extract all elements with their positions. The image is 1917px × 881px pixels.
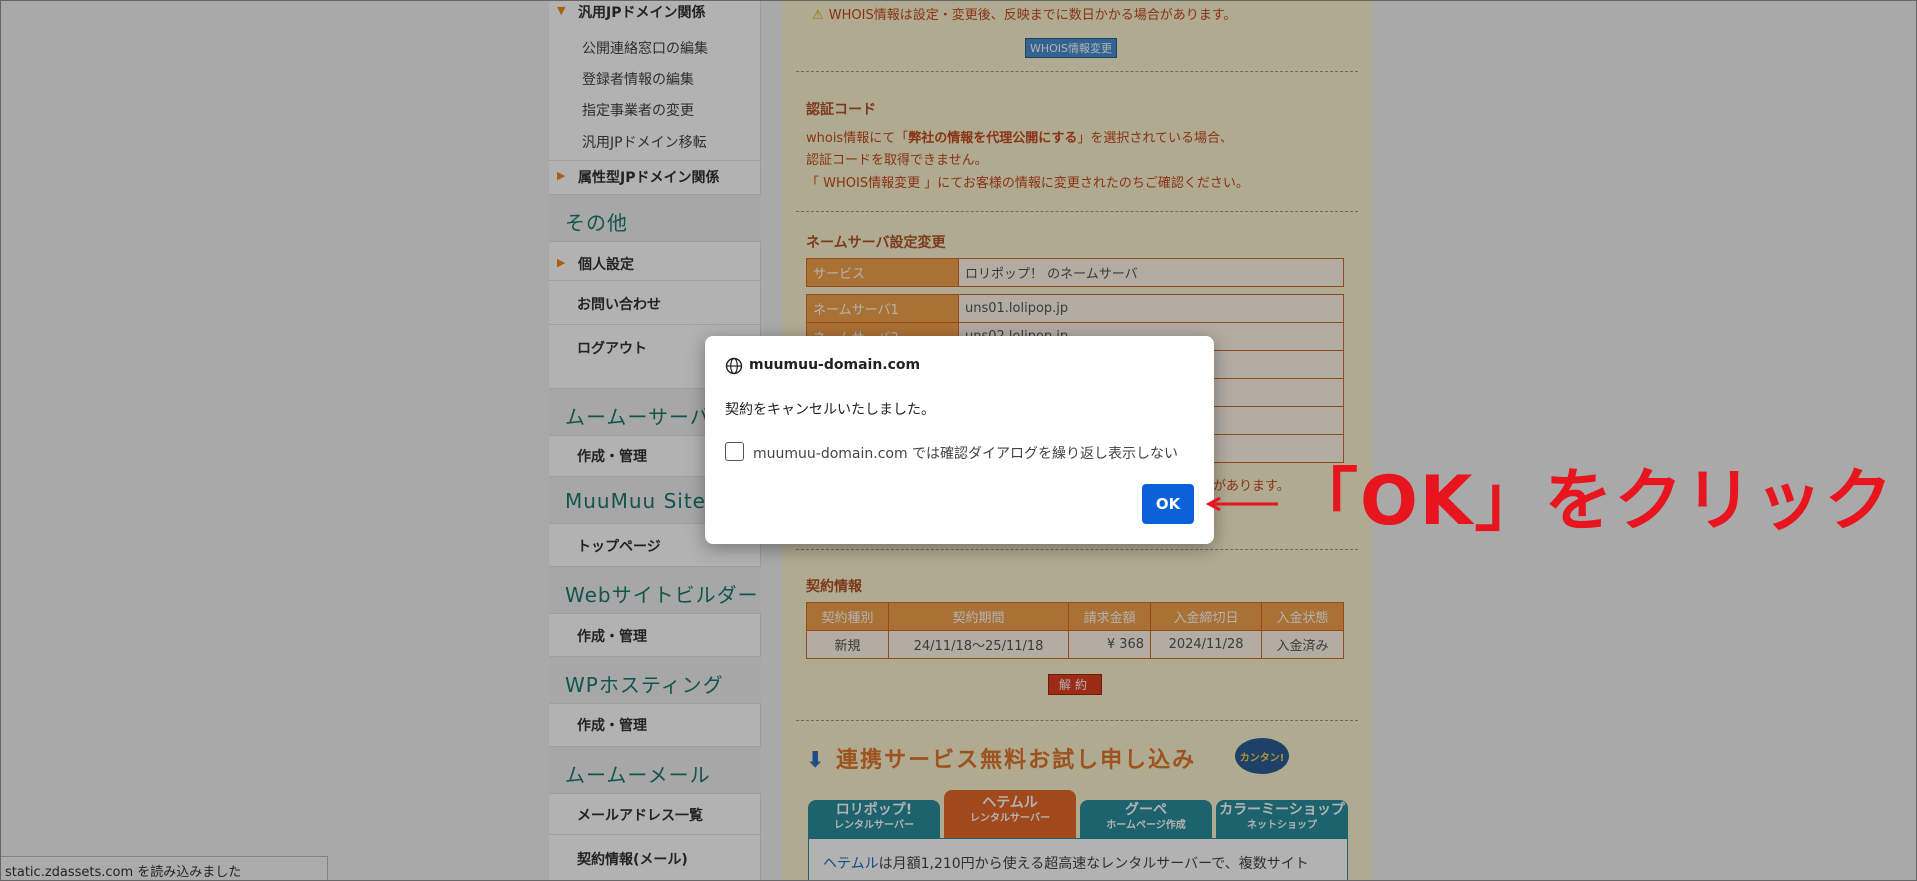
arrow-left-icon — [1206, 497, 1278, 511]
dialog-origin: muumuu-domain.com — [749, 357, 921, 373]
ok-button[interactable]: OK — [1142, 484, 1194, 524]
suppress-dialogs-checkbox[interactable] — [725, 442, 744, 461]
annotation-instruction: 「OK」をクリック — [1290, 462, 1895, 541]
suppress-dialogs-label[interactable]: muumuu-domain.com では確認ダイアログを繰り返し表示しない — [753, 443, 1178, 463]
dialog-message: 契約をキャンセルいたしました。 — [725, 402, 935, 418]
globe-icon — [725, 357, 743, 375]
alert-dialog: muumuu-domain.com 契約をキャンセルいたしました。 muumuu… — [705, 336, 1214, 544]
